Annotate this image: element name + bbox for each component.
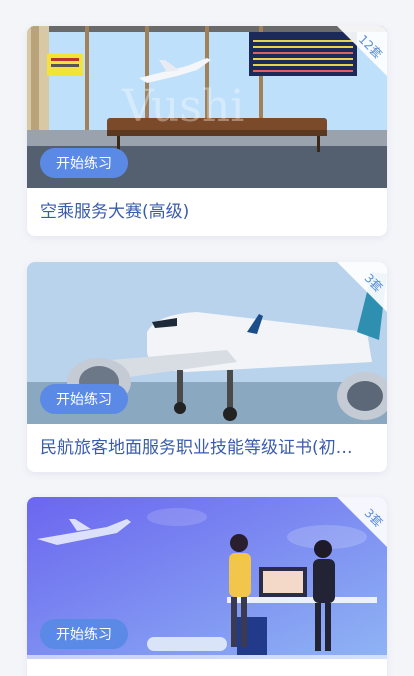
course-card[interactable]: Vushi 12套 开始练习 空乘服务大赛(高级): [27, 26, 387, 236]
course-title[interactable]: [27, 659, 387, 676]
course-thumbnail[interactable]: Vushi 12套 开始练习: [27, 26, 387, 188]
set-count-ribbon: 3套: [337, 497, 387, 547]
course-title[interactable]: 民航旅客地面服务职业技能等级证书(初…: [27, 424, 387, 472]
watermark-text: Vushi: [121, 81, 244, 132]
start-practice-button[interactable]: 开始练习: [40, 384, 128, 414]
set-count-ribbon: 12套: [337, 26, 387, 76]
course-title[interactable]: 空乘服务大赛(高级): [27, 188, 387, 236]
start-practice-button[interactable]: 开始练习: [40, 619, 128, 649]
course-thumbnail[interactable]: 3套 开始练习: [27, 497, 387, 659]
start-practice-button[interactable]: 开始练习: [40, 148, 128, 178]
course-card[interactable]: 3套 开始练习 民航旅客地面服务职业技能等级证书(初…: [27, 262, 387, 472]
set-count-label: 3套: [361, 505, 386, 530]
set-count-ribbon: 3套: [337, 262, 387, 312]
course-list: Vushi 12套 开始练习 空乘服务大赛(高级) 3套 开始练习 民航旅客地面…: [0, 0, 414, 676]
set-count-label: 12套: [355, 32, 385, 62]
course-thumbnail[interactable]: 3套 开始练习: [27, 262, 387, 424]
set-count-label: 3套: [361, 270, 386, 295]
course-card[interactable]: 3套 开始练习: [27, 497, 387, 676]
